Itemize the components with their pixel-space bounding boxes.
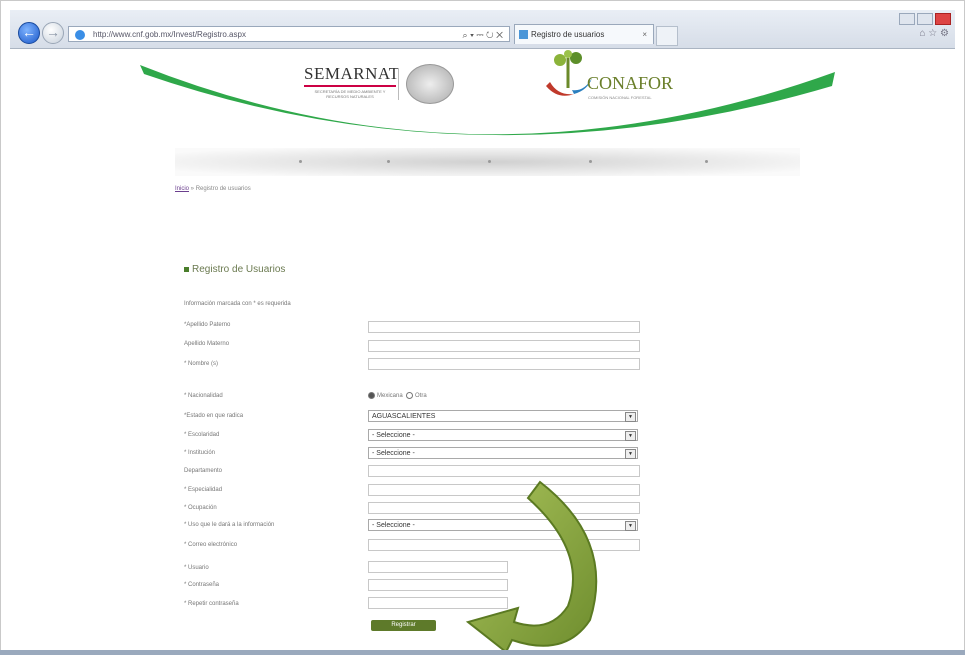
institucion-select[interactable]: - Seleccione - ▼ (368, 447, 638, 459)
label-institucion: * Institución (184, 450, 216, 456)
forward-arrow-icon: → (46, 24, 60, 40)
browser-toolbar: ← → http://www.cnf.gob.mx/Invest/Registr… (10, 10, 955, 49)
label-ocupacion: * Ocupación (184, 505, 217, 511)
tab-favicon-icon (519, 30, 528, 39)
label-usuario: * Usuario (184, 565, 209, 571)
tab-close-icon[interactable]: × (642, 25, 647, 45)
semarnat-logo: SEMARNAT SECRETARÍA DE MEDIO AMBIENTE Y … (304, 64, 400, 99)
radio-mexicana-label: Mexicana (377, 393, 403, 400)
breadcrumb-separator: » (189, 186, 196, 192)
radio-mexicana[interactable] (368, 392, 375, 399)
label-estado: *Estado en que radica (184, 413, 244, 419)
forward-button[interactable]: → (42, 22, 64, 44)
semarnat-title: SEMARNAT (304, 64, 400, 83)
main-nav-bar (175, 148, 800, 176)
estado-select-value: AGUASCALIENTES (372, 413, 436, 420)
required-note: Información marcada con * es requerida (184, 301, 291, 307)
nombre-input[interactable] (368, 358, 640, 370)
label-contrasena: * Contraseña (184, 582, 220, 588)
maximize-button[interactable] (917, 13, 933, 25)
header-swoosh (140, 65, 835, 136)
conafor-subtitle: COMISIÓN NACIONAL FORESTAL (588, 95, 652, 100)
nav-item[interactable] (387, 160, 390, 163)
breadcrumb-current: Registro de usuarios (195, 186, 251, 192)
back-button[interactable]: ← (18, 22, 40, 44)
browser-tools-icons[interactable]: ⌂ ☆ ⚙ (919, 28, 949, 39)
tab-title: Registro de usuarios (531, 30, 605, 39)
nacionalidad-radio-group: Mexicana Otra (368, 392, 427, 399)
label-escolaridad: * Escolaridad (184, 432, 220, 438)
minimize-button[interactable] (899, 13, 915, 25)
label-correo: * Correo electrónico (184, 542, 238, 548)
address-text: http://www.cnf.gob.mx/Invest/Registro.as… (93, 30, 246, 39)
apellido-paterno-input[interactable] (368, 321, 640, 333)
semarnat-subtitle: SECRETARÍA DE MEDIO AMBIENTE Y RECURSOS … (314, 89, 386, 99)
breadcrumb-home-link[interactable]: Inicio (175, 186, 189, 192)
form-title: Registro de Usuarios (184, 264, 285, 275)
form-title-text: Registro de Usuarios (192, 264, 286, 275)
site-icon (75, 30, 85, 40)
label-nombre: * Nombre (s) (184, 361, 219, 367)
institucion-select-value: - Seleccione - (372, 450, 415, 457)
label-nacionalidad: * Nacionalidad (184, 393, 223, 399)
label-uso: * Uso que le dará a la información (184, 522, 275, 528)
nav-item[interactable] (299, 160, 302, 163)
radio-otra[interactable] (406, 392, 414, 399)
label-especialidad: * Especialidad (184, 487, 223, 493)
nav-item[interactable] (488, 160, 491, 163)
logo-divider (398, 68, 399, 100)
square-bullet-icon (184, 266, 189, 272)
chevron-down-icon[interactable]: ▼ (625, 431, 636, 441)
breadcrumb: Inicio » Registro de usuarios (175, 186, 251, 192)
back-arrow-icon: ← (22, 24, 36, 40)
estado-select[interactable]: AGUASCALIENTES ▼ (368, 410, 638, 422)
browser-tab[interactable]: Registro de usuarios × (514, 24, 654, 44)
label-apellido-materno: Apellido Materno (184, 341, 230, 347)
close-window-button[interactable] (935, 13, 951, 25)
label-apellido-paterno: *Apellido Paterno (184, 322, 231, 328)
label-repetir-contrasena: * Repetir contraseña (184, 601, 239, 607)
new-tab-button[interactable] (656, 26, 678, 46)
nav-item[interactable] (589, 160, 592, 163)
conafor-title: CONAFOR (587, 73, 674, 93)
mexico-seal-icon (406, 64, 454, 104)
semarnat-bar (304, 85, 396, 87)
address-bar[interactable]: http://www.cnf.gob.mx/Invest/Registro.as… (68, 26, 510, 42)
chevron-down-icon[interactable]: ▼ (625, 449, 636, 459)
escolaridad-select-value: - Seleccione - (372, 432, 415, 439)
apellido-materno-input[interactable] (368, 340, 640, 352)
curved-arrow-annotation-icon (465, 480, 598, 654)
nav-item[interactable] (705, 160, 708, 163)
taskbar (0, 650, 965, 655)
address-tools-icons[interactable]: ⌕ ▾ ⎓ ↻ ✕ (463, 27, 503, 43)
uso-select-value: - Seleccione - (372, 522, 415, 529)
escolaridad-select[interactable]: - Seleccione - ▼ (368, 429, 638, 441)
label-departamento: Departamento (184, 468, 223, 474)
registrar-button[interactable]: Registrar (371, 620, 436, 631)
chevron-down-icon[interactable]: ▼ (625, 412, 636, 422)
radio-otra-label: Otra (415, 393, 427, 400)
